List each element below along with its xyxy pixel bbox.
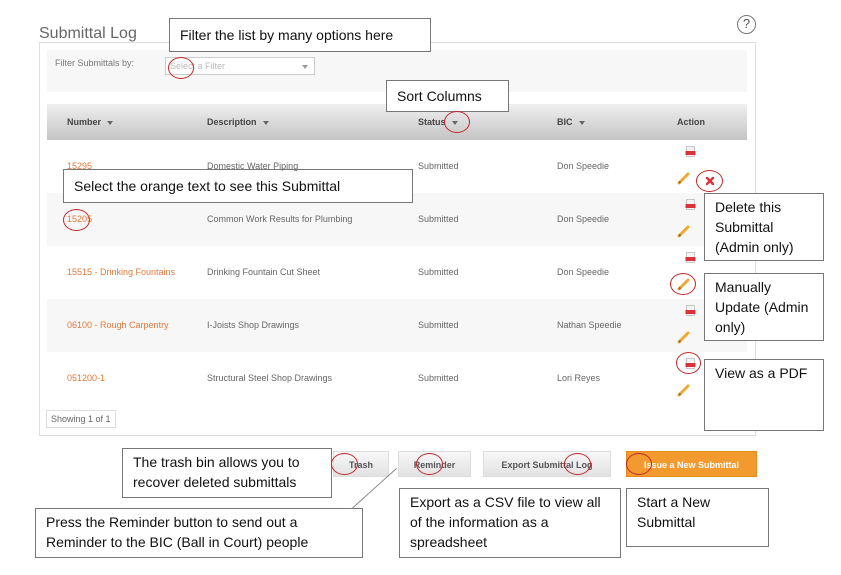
pencil-icon[interactable] (677, 384, 690, 397)
column-header-status[interactable]: Status (418, 117, 458, 127)
submittal-bic: Nathan Speedie (557, 320, 622, 330)
sort-caret-icon[interactable] (578, 120, 585, 125)
sort-caret-icon[interactable] (262, 120, 269, 125)
callout-reminder: Press the Reminder button to send out a … (35, 508, 363, 558)
pencil-icon[interactable] (677, 331, 690, 344)
submittal-description: Structural Steel Shop Drawings (207, 373, 333, 383)
submittal-description: Common Work Results for Plumbing (207, 214, 353, 224)
chevron-down-icon (302, 65, 308, 69)
submittal-status: Submitted (418, 214, 459, 224)
issue-new-submittal-button[interactable]: Issue a New Submittal (626, 451, 757, 477)
column-header-number[interactable]: Number (67, 117, 114, 127)
filter-label: Filter Submittals by: (55, 58, 135, 68)
page-title: Submittal Log (39, 24, 137, 42)
pagination-info: Showing 1 of 1 (46, 410, 116, 428)
export-submittal-log-button[interactable]: Export Submittal Log (483, 451, 611, 477)
column-header-action: Action (677, 117, 705, 127)
callout-select: Select the orange text to see this Submi… (63, 169, 413, 203)
callout-export: Export as a CSV file to view all of the … (399, 488, 621, 558)
pencil-icon[interactable] (677, 278, 690, 291)
callout-update: Manually Update (Admin only) (704, 273, 824, 341)
pdf-icon[interactable] (685, 305, 696, 316)
callout-pdf: View as a PDF (704, 359, 824, 431)
table-row (47, 352, 747, 405)
pdf-icon[interactable] (685, 199, 696, 210)
submittal-status: Submitted (418, 267, 459, 277)
callout-new: Start a New Submittal (626, 488, 769, 547)
callout-sort: Sort Columns (386, 80, 509, 112)
submittal-bic: Lori Reyes (557, 373, 601, 383)
sort-caret-icon[interactable] (451, 120, 458, 125)
reminder-button[interactable]: Reminder (398, 451, 471, 477)
submittal-status: Submitted (418, 320, 459, 330)
pencil-icon[interactable] (677, 225, 690, 238)
filter-select[interactable]: Select a Filter (165, 57, 315, 75)
column-header-description[interactable]: Description (207, 117, 269, 127)
submittal-bic: Don Speedie (557, 161, 610, 171)
trash-button[interactable]: Trash (333, 451, 389, 477)
pdf-icon[interactable] (685, 146, 696, 157)
filter-placeholder: Select a Filter (170, 61, 226, 71)
callout-filter: Filter the list by many options here (169, 18, 431, 52)
submittal-bic: Don Speedie (557, 267, 610, 277)
submittal-description: I-Joists Shop Drawings (207, 320, 300, 330)
pencil-icon[interactable] (677, 172, 690, 185)
submittal-description: Domestic Water Piping (207, 161, 299, 171)
submittal-number-link[interactable]: 15295 (67, 161, 92, 171)
callout-delete: Delete this Submittal (Admin only) (704, 193, 824, 261)
submittal-number-link[interactable]: 051200-1 (67, 373, 105, 383)
submittal-description: Drinking Fountain Cut Sheet (207, 267, 321, 277)
submittal-status: Submitted (418, 373, 459, 383)
submittal-number-link[interactable]: 15205 (67, 214, 92, 224)
pdf-icon[interactable] (685, 358, 696, 369)
submittal-number-link[interactable]: 06100 - Rough Carpentry (67, 320, 169, 330)
delete-icon[interactable] (705, 176, 715, 186)
question-circle-icon[interactable]: ? (737, 15, 756, 34)
submittal-number-link[interactable]: 15515 - Drinking Fountains (67, 267, 175, 277)
callout-trash: The trash bin allows you to recover dele… (122, 448, 332, 498)
submittal-bic: Don Speedie (557, 214, 610, 224)
column-header-bic[interactable]: BIC (557, 117, 585, 127)
pdf-icon[interactable] (685, 252, 696, 263)
submittal-status: Submitted (418, 161, 459, 171)
sort-caret-icon[interactable] (107, 120, 114, 125)
